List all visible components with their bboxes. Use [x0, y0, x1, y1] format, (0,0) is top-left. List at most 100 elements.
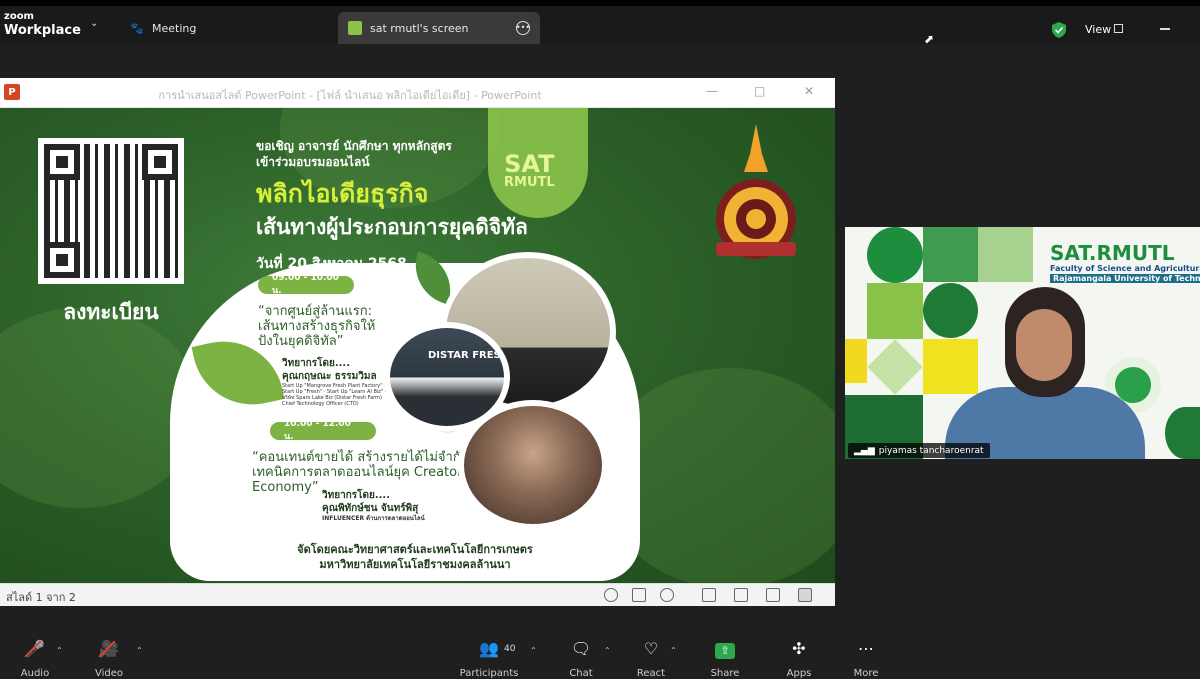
participant-name: piyamas tancharoenrat: [878, 445, 984, 456]
chat-options-caret-icon[interactable]: ⌃: [604, 646, 611, 655]
audio-options-caret-icon[interactable]: ⌃: [56, 646, 63, 655]
video-button[interactable]: 🎥 Video: [74, 638, 144, 679]
tab-meeting[interactable]: 🐾 Meeting: [120, 12, 330, 44]
presentation-slide: ลงทะเบียน ขอเชิญ อาจารย์ นักศึกษา ทุกหลั…: [0, 108, 835, 583]
headline-primary: พลิกไอเดียธุรกิจ: [256, 179, 429, 208]
tab-shared-screen-label: sat rmutl's screen: [370, 21, 469, 35]
mouse-cursor-icon: ⬈: [924, 32, 935, 46]
react-options-caret-icon[interactable]: ⌃: [670, 646, 677, 655]
react-button[interactable]: ♡ React: [616, 638, 686, 679]
invite-line-1: ขอเชิญ อาจารย์ นักศึกษา ทุกหลักสูตร: [256, 139, 452, 153]
rmutl-logo-text: RMUTL: [504, 175, 555, 190]
chat-button[interactable]: 🗨 Chat: [546, 638, 616, 679]
participants-count: 40: [504, 644, 516, 654]
bg-pattern: [923, 283, 978, 338]
react-label: React: [636, 668, 666, 679]
ppt-minimize-icon[interactable]: —: [706, 84, 718, 98]
qr-finder: [142, 144, 178, 180]
bg-pattern: [978, 227, 1033, 282]
brand-top: zoom: [4, 11, 34, 22]
session1-quote-line: ปังในยุคดิจิทัล”: [258, 334, 344, 349]
participant-video[interactable]: SAT.RMUTL Faculty of Science and Agricul…: [845, 227, 1200, 459]
qr-finder: [44, 144, 80, 180]
register-label: ลงทะเบียน: [63, 300, 159, 324]
organizer-line-1: จัดโดยคณะวิทยาศาสตร์และเทคโนโลยีการเกษตร: [297, 543, 533, 556]
registration-qr-code[interactable]: [38, 138, 184, 284]
slide-menu-icon[interactable]: [632, 588, 646, 602]
organizer-text: จัดโดยคณะวิทยาศาสตร์และเทคโนโลยีการเกษตร…: [250, 542, 580, 572]
tab-meeting-label: Meeting: [152, 21, 197, 35]
bg-pattern: [923, 227, 978, 282]
invite-line-2: เข้าร่วมอบรมออนไลน์: [256, 155, 370, 169]
sat-rmutl-logo: SAT RMUTL: [504, 152, 555, 189]
more-button[interactable]: ⋯ More: [831, 638, 901, 679]
university-seal-logo: [716, 124, 796, 259]
session1-quote-line: “จากศูนย์สู่ล้านแรก:: [258, 304, 372, 319]
zoom-brand[interactable]: zoom Workplace: [4, 11, 81, 38]
participants-options-caret-icon[interactable]: ⌃: [530, 646, 537, 655]
speaker-face: [1016, 309, 1072, 381]
session2-quote-line: เทคนิคการตลาดออนไลน์ยุค Creator: [252, 465, 463, 480]
share-button[interactable]: ⇧ Share: [690, 638, 760, 679]
previous-slide-icon[interactable]: [604, 588, 618, 602]
session1-speaker-name: คุณกฤษณะ ธรรมวิมล: [282, 371, 377, 382]
more-icon: ⋯: [858, 639, 874, 658]
audio-label: Audio: [20, 668, 50, 679]
next-slide-icon[interactable]: [660, 588, 674, 602]
slide-counter: สไลด์ 1 จาก 2: [6, 591, 76, 604]
webcam-bg-faculty: Faculty of Science and Agricultural Tech…: [1050, 264, 1200, 273]
organizer-line-2: มหาวิทยาลัยเทคโนโลยีราชมงคลล้านนา: [319, 558, 511, 571]
session1-quote-line: เส้นทางสร้างธุรกิจให้: [258, 319, 376, 334]
share-label: Share: [710, 668, 740, 679]
video-off-icon: 🎥: [99, 639, 119, 658]
participant-name-tag: ▂▄▆ piyamas tancharoenrat: [848, 443, 990, 458]
session2-time-pill: 10.00 - 12.00 น.: [270, 419, 376, 442]
qr-pattern: [44, 144, 178, 278]
bg-pattern: [867, 283, 923, 339]
speaker2-photo: [458, 400, 608, 530]
session2-speaker-name: คุณพิทักษ์ชน จันทร์พิสุ: [322, 503, 419, 514]
session2-quote-line: “คอนเทนต์ขายได้ สร้างรายได้ไม่จำกัด:: [252, 450, 474, 465]
headline-secondary: เส้นทางผู้ประกอบการยุคดิจิทัล: [256, 215, 528, 239]
view-button[interactable]: View: [1085, 23, 1111, 36]
apps-icon: ✣: [792, 639, 806, 658]
tab-shared-screen[interactable]: sat rmutl's screen •••: [338, 12, 540, 44]
view-layout-icon[interactable]: [1114, 24, 1123, 33]
audio-button[interactable]: 🎤 Audio: [0, 638, 70, 679]
video-label: Video: [94, 668, 124, 679]
bg-pattern: [923, 339, 978, 394]
participants-label: Participants: [459, 668, 519, 679]
slideshow-view-icon[interactable]: [798, 588, 812, 602]
chevron-down-icon[interactable]: ⌄: [90, 18, 98, 29]
session1-speaker-roles: Start Up "Mangrove Fresh Plant Factory" …: [282, 383, 387, 407]
normal-view-icon[interactable]: [702, 588, 716, 602]
sat-logo-text: SAT: [504, 150, 555, 178]
video-options-caret-icon[interactable]: ⌃: [136, 646, 143, 655]
invite-text: ขอเชิญ อาจารย์ นักศึกษา ทุกหลักสูตร เข้า…: [256, 138, 452, 170]
session2-speaker-role: INFLUENCER ด้านการตลาดออนไลน์: [322, 515, 425, 522]
signal-bars-icon: ▂▄▆: [854, 445, 875, 456]
session1-quote: “จากศูนย์สู่ล้านแรก: เส้นทางสร้างธุรกิจใ…: [258, 304, 375, 349]
meeting-toolbar: 🎤 Audio ⌃ 🎥 Video ⌃ 👥 Participants 40 ⌃ …: [0, 630, 1200, 679]
ppt-statusbar: สไลด์ 1 จาก 2: [0, 583, 835, 606]
chat-label: Chat: [569, 668, 593, 679]
slide-sorter-icon[interactable]: [734, 588, 748, 602]
ppt-close-icon[interactable]: ✕: [804, 84, 814, 98]
distar-sign: DISTAR FRES: [428, 350, 501, 361]
zoom-top-bar: zoom Workplace ⌄ 🐾 Meeting sat rmutl's s…: [0, 0, 1200, 44]
bg-pattern: [867, 227, 923, 283]
minimize-icon[interactable]: [1160, 28, 1170, 30]
more-label: More: [853, 668, 879, 679]
more-options-icon[interactable]: •••: [516, 21, 530, 35]
brand-name: Workplace: [4, 23, 81, 38]
qr-finder: [44, 242, 80, 278]
apps-button[interactable]: ✣ Apps: [764, 638, 834, 679]
shield-check-icon: [1052, 22, 1066, 38]
webcam-bg-brand: SAT.RMUTL: [1050, 241, 1175, 265]
session1-time-pill: 09.00 - 10.00 น.: [258, 273, 354, 296]
reading-view-icon[interactable]: [766, 588, 780, 602]
bg-pattern: [1165, 407, 1200, 459]
screen-share-icon: [348, 21, 362, 35]
ppt-maximize-icon[interactable]: □: [754, 84, 765, 98]
ppt-titlebar: P การนำเสนอสไลด์ PowerPoint - [ไฟล์ นำเส…: [0, 78, 835, 108]
